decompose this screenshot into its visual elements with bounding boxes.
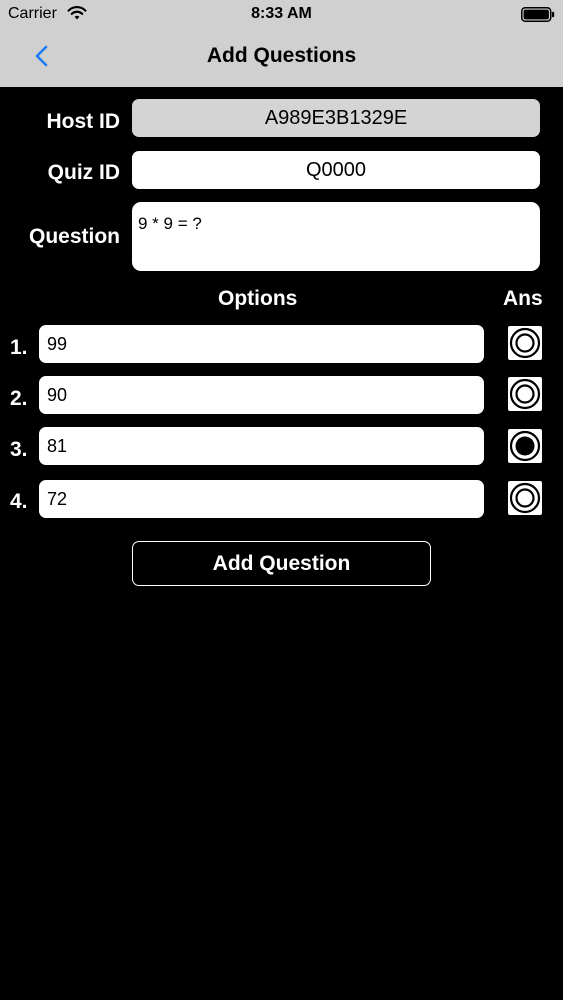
page-title: Add Questions (206, 44, 357, 67)
radio-unselected-icon (509, 327, 541, 359)
answer-header: Ans (503, 287, 543, 310)
option-number: 3. (10, 438, 28, 461)
answer-radio-2[interactable] (508, 377, 542, 411)
radio-selected-icon (509, 430, 541, 462)
quiz-id-label: Quiz ID (47, 161, 120, 184)
question-label: Question (28, 225, 120, 248)
option-input-3[interactable]: 81 (39, 427, 484, 465)
battery-icon (521, 7, 555, 22)
options-header: Options (218, 287, 298, 310)
answer-radio-1[interactable] (508, 326, 542, 360)
answer-radio-4[interactable] (508, 481, 542, 515)
add-question-button[interactable]: Add Question (132, 541, 431, 586)
option-number: 4. (10, 490, 28, 513)
option-input-2[interactable]: 90 (39, 376, 484, 414)
option-input-1[interactable]: 99 (39, 325, 484, 363)
option-input-4[interactable]: 72 (39, 480, 484, 518)
answer-radio-3[interactable] (508, 429, 542, 463)
quiz-id-field[interactable]: Q0000 (132, 151, 540, 189)
option-number: 1. (10, 336, 28, 359)
navigation-bar: Add Questions (0, 30, 563, 87)
status-bar: Carrier 8:33 AM (0, 0, 563, 30)
host-id-label: Host ID (46, 110, 121, 133)
host-id-field: A989E3B1329E (132, 99, 540, 137)
status-time: 8:33 AM (251, 5, 312, 22)
question-textarea[interactable]: 9 * 9 = ? (132, 202, 540, 271)
option-number: 2. (10, 387, 28, 410)
radio-unselected-icon (509, 482, 541, 514)
radio-unselected-icon (509, 378, 541, 410)
